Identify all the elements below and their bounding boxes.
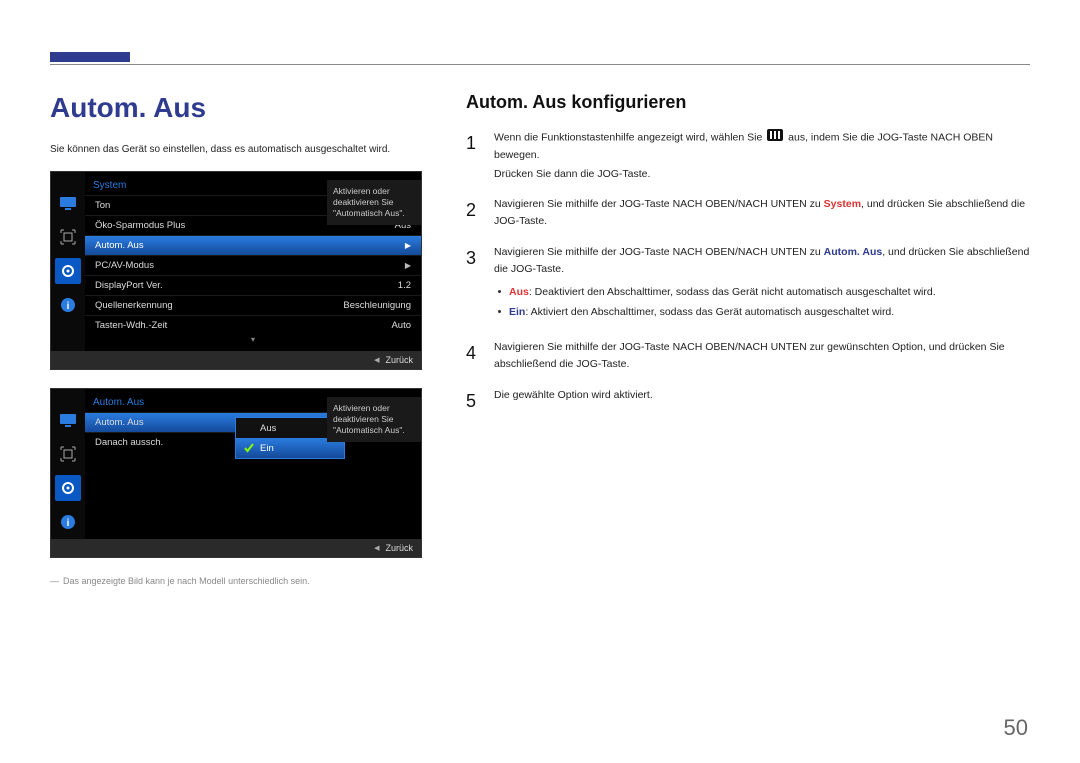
osd-row: QuellenerkennungBeschleunigung	[85, 295, 421, 315]
page-title: Autom. Aus	[50, 92, 430, 124]
osd-screenshot-autom-aus: i Autom. Aus Autom. AusAus Danach aussch…	[50, 388, 422, 558]
osd-sidebar: i	[51, 389, 85, 539]
osd-footer: ◀Zurück	[51, 351, 421, 369]
gear-icon	[55, 475, 81, 501]
bullet-item: Aus: Deaktiviert den Abschalttimer, soda…	[498, 284, 1030, 301]
page-number: 50	[1004, 715, 1028, 741]
left-column: Autom. Aus Sie können das Gerät so einst…	[50, 92, 430, 586]
check-icon	[244, 443, 254, 453]
step-4: 4 Navigieren Sie mithilfe der JOG-Taste …	[466, 339, 1030, 375]
bullet-item: Ein: Aktiviert den Abschalttimer, sodass…	[498, 304, 1030, 321]
footnote: ―Das angezeigte Bild kann je nach Modell…	[50, 576, 430, 586]
monitor-icon	[55, 407, 81, 433]
right-column: Autom. Aus konfigurieren 1 Wenn die Funk…	[466, 92, 1030, 586]
chevron-down-icon: ▾	[85, 335, 421, 345]
info-icon: i	[55, 292, 81, 318]
osd-row: PC/AV-Modus▶	[85, 255, 421, 275]
bullet-icon	[498, 290, 501, 293]
osd-footer: ◀Zurück	[51, 539, 421, 557]
step-1: 1 Wenn die Funktionstastenhilfe angezeig…	[466, 129, 1030, 184]
section-heading: Autom. Aus konfigurieren	[466, 92, 1030, 113]
resize-icon	[55, 224, 81, 250]
bullet-list: Aus: Deaktiviert den Abschalttimer, soda…	[498, 284, 1030, 322]
chevron-left-icon: ◀	[374, 544, 379, 552]
horizontal-rule	[50, 64, 1030, 65]
step-number: 4	[466, 339, 480, 375]
intro-text: Sie können das Gerät so einstellen, dass…	[50, 142, 430, 157]
menu-icon	[767, 129, 783, 147]
osd-row: DisplayPort Ver.1.2	[85, 275, 421, 295]
monitor-icon	[55, 190, 81, 216]
resize-icon	[55, 441, 81, 467]
osd-tooltip: Aktivieren oder deaktivieren Sie "Automa…	[327, 180, 421, 225]
highlight-autom-aus: Autom. Aus	[824, 246, 883, 258]
step-2: 2 Navigieren Sie mithilfe der JOG-Taste …	[466, 196, 1030, 232]
document-page: Autom. Aus Sie können das Gerät so einst…	[0, 0, 1080, 763]
step-3: 3 Navigieren Sie mithilfe der JOG-Taste …	[466, 244, 1030, 327]
svg-text:i: i	[67, 301, 70, 312]
osd-screenshot-system: i System Ton▶ Öko-Sparmodus PlusAus Auto…	[50, 171, 422, 370]
step-number: 2	[466, 196, 480, 232]
osd-sidebar: i	[51, 172, 85, 351]
gear-icon	[55, 258, 81, 284]
chevron-left-icon: ◀	[374, 356, 379, 364]
check-placeholder-icon	[244, 423, 254, 433]
osd-tooltip: Aktivieren oder deaktivieren Sie "Automa…	[327, 397, 421, 442]
osd-row: Tasten-Wdh.-ZeitAuto	[85, 315, 421, 335]
step-number: 5	[466, 387, 480, 416]
svg-text:i: i	[67, 518, 70, 529]
osd-row-selected: Autom. Aus▶	[85, 235, 421, 255]
step-5: 5 Die gewählte Option wird aktiviert.	[466, 387, 1030, 416]
accent-bar	[50, 52, 130, 62]
bullet-icon	[498, 310, 501, 313]
steps-list: 1 Wenn die Funktionstastenhilfe angezeig…	[466, 129, 1030, 416]
highlight-system: System	[824, 198, 861, 210]
step-number: 3	[466, 244, 480, 327]
info-icon: i	[55, 509, 81, 535]
step-number: 1	[466, 129, 480, 184]
